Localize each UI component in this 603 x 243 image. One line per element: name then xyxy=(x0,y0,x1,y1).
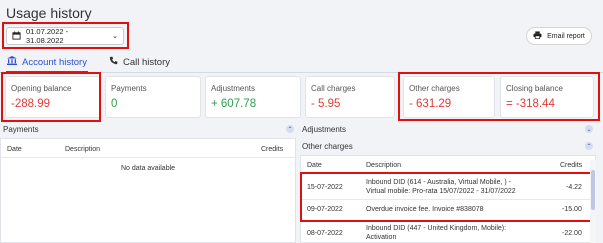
row-description: Virtual mobile: Pro-rata 15/07/2022 - 31… xyxy=(366,188,516,195)
row-date: 15-07-2022 xyxy=(307,184,343,191)
divider xyxy=(301,220,590,221)
scrollbar-thumb[interactable] xyxy=(591,170,595,210)
card-value: - 631.29 xyxy=(409,98,452,110)
column-header-description: Description xyxy=(366,162,402,169)
card-value: = -318.44 xyxy=(506,98,555,110)
card-adjustments: Adjustments + 607.78 xyxy=(205,76,301,118)
adjustments-title: Adjustments xyxy=(302,125,347,134)
chevron-up-icon[interactable]: ⌃ xyxy=(585,142,593,150)
row-credits: -4.22 xyxy=(566,184,582,191)
date-range-picker[interactable]: 01.07.2022 - 31.08.2022 ⌄ xyxy=(6,27,124,45)
row-description: Activation xyxy=(366,234,397,241)
chevron-up-icon[interactable]: ⌃ xyxy=(286,125,294,133)
card-opening-balance: Opening balance -288.99 xyxy=(5,76,101,118)
tab-call-history[interactable]: Call history xyxy=(109,54,170,70)
column-header-credits: Credits xyxy=(261,146,284,153)
tab-account-history-label: Account history xyxy=(22,56,87,68)
card-call-charges: Call charges - 5.95 xyxy=(305,76,395,118)
card-label: Opening balance xyxy=(11,84,72,93)
card-label: Payments xyxy=(111,84,147,93)
page-title: Usage history xyxy=(6,5,92,21)
row-description: Inbound DID (614 - Australia, Virtual Mo… xyxy=(366,179,511,186)
divider xyxy=(301,199,590,200)
card-label: Adjustments xyxy=(211,84,256,93)
column-header-credits: Credits xyxy=(560,162,583,169)
column-header-date: Date xyxy=(307,162,322,169)
row-credits: -22.00 xyxy=(562,230,582,237)
date-range-value: 01.07.2022 - 31.08.2022 xyxy=(26,27,69,45)
card-closing-balance: Closing balance = -318.44 xyxy=(500,76,594,118)
column-header-date: Date xyxy=(7,146,22,153)
tab-account-history[interactable]: Account history xyxy=(6,54,88,73)
chevron-down-icon: ⌄ xyxy=(112,33,118,40)
row-credits: -15.00 xyxy=(562,206,582,213)
card-payments: Payments 0 xyxy=(105,76,201,118)
other-charges-title: Other charges xyxy=(302,142,353,151)
phone-icon xyxy=(109,56,118,68)
email-report-button[interactable]: Email report xyxy=(526,27,592,45)
bank-icon xyxy=(7,56,17,68)
card-label: Other charges xyxy=(409,84,460,93)
card-label: Call charges xyxy=(311,84,356,93)
card-value: 0 xyxy=(111,98,118,110)
tab-call-history-label: Call history xyxy=(123,56,170,68)
empty-message: No data available xyxy=(120,165,176,172)
divider xyxy=(1,157,295,158)
card-value: + 607.78 xyxy=(211,98,257,110)
printer-icon xyxy=(533,31,542,41)
row-date: 08-07-2022 xyxy=(307,230,343,237)
email-report-label: Email report xyxy=(547,32,585,40)
row-description: Inbound DID (447 - United Kingdom, Mobil… xyxy=(366,225,507,232)
tab-bar: Account history Call history xyxy=(0,52,603,73)
column-header-description: Description xyxy=(65,146,101,153)
chevron-down-icon[interactable]: ⌄ xyxy=(585,125,593,133)
row-description: Overdue invoice fee. Invoice #838078 xyxy=(366,206,484,213)
row-date: 09-07-2022 xyxy=(307,206,343,213)
card-value: -288.99 xyxy=(11,98,51,110)
divider xyxy=(301,173,590,174)
card-other-charges: Other charges - 631.29 xyxy=(403,76,495,118)
card-label: Closing balance xyxy=(506,84,563,93)
calendar-icon xyxy=(12,30,21,42)
payments-title: Payments xyxy=(3,125,39,134)
payments-table xyxy=(0,138,296,243)
card-value: - 5.95 xyxy=(311,98,341,110)
